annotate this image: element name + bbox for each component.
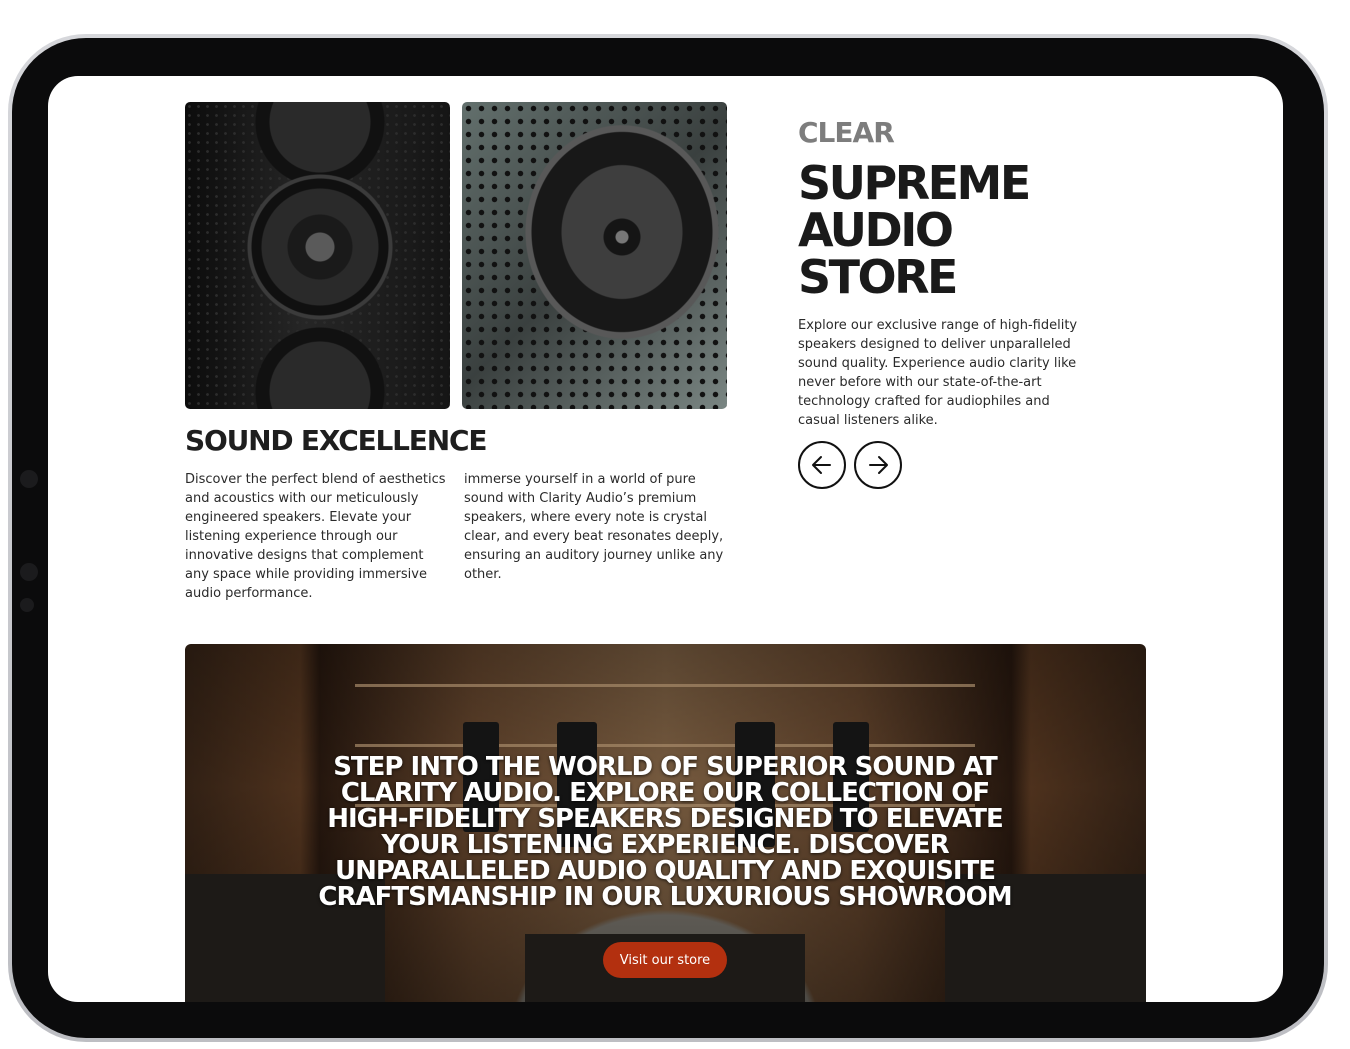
next-button[interactable]: [854, 441, 902, 489]
showroom-banner: STEP INTO THE WORLD OF SUPERIOR SOUND AT…: [185, 644, 1146, 1002]
tablet-screen: SOUND EXCELLENCE Discover the perfect bl…: [48, 76, 1283, 1002]
section-title: SOUND EXCELLENCE: [185, 424, 487, 457]
camera-dot: [20, 470, 38, 488]
tower-speaker-image: [185, 102, 450, 409]
visit-store-button[interactable]: Visit our store: [603, 942, 727, 978]
speaker-grille-image: [462, 102, 727, 409]
arrow-right-icon: [869, 456, 888, 474]
hero-kicker: CLEAR: [798, 116, 895, 149]
excellence-paragraph-1: Discover the perfect blend of aesthetics…: [185, 472, 446, 601]
page-title: SUPREME AUDIO STORE: [798, 156, 1031, 304]
sensor-dot: [20, 598, 34, 612]
shelf: [355, 684, 975, 687]
hero-description: Explore our exclusive range of high-fide…: [798, 318, 1078, 428]
previous-button[interactable]: [798, 441, 846, 489]
shelf: [355, 744, 975, 747]
arrow-left-icon: [812, 456, 831, 474]
banner-headline: STEP INTO THE WORLD OF SUPERIOR SOUND AT…: [318, 752, 1012, 912]
sensor-dot: [20, 563, 38, 581]
excellence-paragraph-2: immerse yourself in a world of pure soun…: [464, 472, 724, 582]
